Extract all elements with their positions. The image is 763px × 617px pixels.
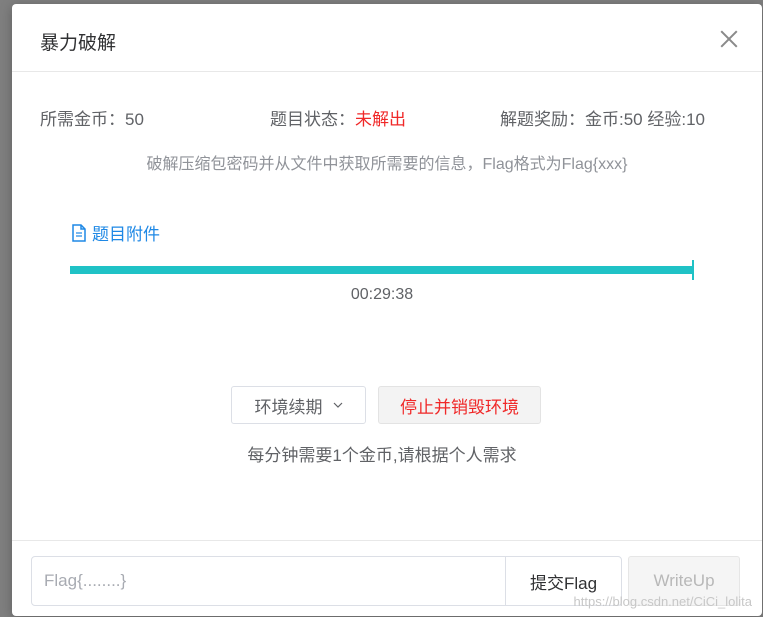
watermark: https://blog.csdn.net/CiCi_lolita	[573, 594, 752, 609]
flag-input[interactable]	[31, 556, 506, 606]
challenge-description: 破解压缩包密码并从文件中获取所需要的信息，Flag格式为Flag{xxx}	[146, 156, 628, 173]
cost-label: 所需金币：	[40, 110, 125, 129]
stop-label: 停止并销毁环境	[400, 397, 519, 417]
cost-info: 所需金币：50	[40, 105, 144, 130]
cost-value: 50	[125, 110, 144, 129]
renew-environment-dropdown[interactable]: 环境续期	[231, 386, 366, 424]
close-icon[interactable]	[720, 30, 738, 48]
reward-value: 金币:50 经验:10	[585, 110, 705, 129]
dialog-header: 暴力破解	[12, 4, 762, 72]
time-progress-fill	[70, 266, 694, 274]
reward-label: 解题奖励：	[500, 110, 585, 129]
attachment-link[interactable]: 题目附件	[72, 220, 160, 245]
status-label: 题目状态：	[270, 110, 355, 129]
cost-note: 每分钟需要1个金币,请根据个人需求	[247, 446, 517, 465]
progress-end-marker	[692, 260, 694, 280]
dialog-footer: 提交Flag WriteUp https://blog.csdn.net/CiC…	[12, 540, 762, 617]
document-icon	[72, 223, 86, 242]
writeup-label: WriteUp	[653, 571, 715, 590]
stop-destroy-environment-button[interactable]: 停止并销毁环境	[378, 386, 541, 424]
status-info: 题目状态：未解出	[270, 105, 406, 130]
time-progress-bar	[70, 266, 694, 274]
attachment-label: 题目附件	[92, 225, 160, 244]
status-value: 未解出	[355, 110, 406, 129]
challenge-dialog: 暴力破解 所需金币：50 题目状态：未解出 解题奖励：金币:50 经验:10 破…	[12, 4, 762, 616]
reward-info: 解题奖励：金币:50 经验:10	[500, 105, 705, 130]
dialog-title: 暴力破解	[40, 33, 117, 54]
submit-label: 提交Flag	[529, 573, 598, 593]
chevron-down-icon	[333, 402, 342, 408]
remaining-timer: 00:29:38	[350, 286, 414, 303]
renew-label: 环境续期	[254, 397, 323, 417]
